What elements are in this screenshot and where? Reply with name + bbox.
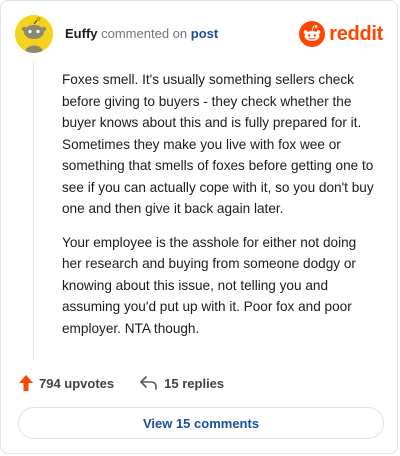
- reddit-logo-icon: [299, 21, 326, 47]
- thread-line: [33, 61, 34, 361]
- brand-wordmark: reddit: [329, 22, 383, 45]
- reply-count: 15 replies: [164, 375, 225, 391]
- comment-paragraph: Foxes smell. It's usually something sell…: [62, 72, 374, 216]
- comment-body: Foxes smell. It's usually something sell…: [62, 69, 374, 351]
- upvote-arrow-icon: [19, 375, 33, 391]
- username-link[interactable]: Euffy: [65, 26, 98, 41]
- comment-paragraph: Your employee is the asshole for either …: [62, 234, 357, 336]
- comment-meta: Euffy commented on post: [65, 26, 218, 42]
- user-avatar[interactable]: [15, 15, 53, 53]
- post-link[interactable]: post: [191, 26, 218, 41]
- snoo-avatar-icon: [15, 15, 53, 53]
- upvote-button[interactable]: 794 upvotes: [19, 375, 114, 391]
- action-text: commented on: [101, 26, 188, 41]
- view-comments-button[interactable]: View 15 comments: [18, 407, 384, 439]
- replies-button[interactable]: 15 replies: [140, 376, 224, 391]
- reddit-brand[interactable]: reddit: [299, 21, 383, 47]
- comment-header: Euffy commented on post reddit: [15, 15, 383, 53]
- comment-card: Euffy commented on post reddit Foxes sme…: [0, 0, 398, 454]
- upvote-count: 794 upvotes: [39, 375, 115, 391]
- comment-stats: 794 upvotes 15 replies: [19, 373, 224, 393]
- reply-arrow-icon: [140, 376, 157, 390]
